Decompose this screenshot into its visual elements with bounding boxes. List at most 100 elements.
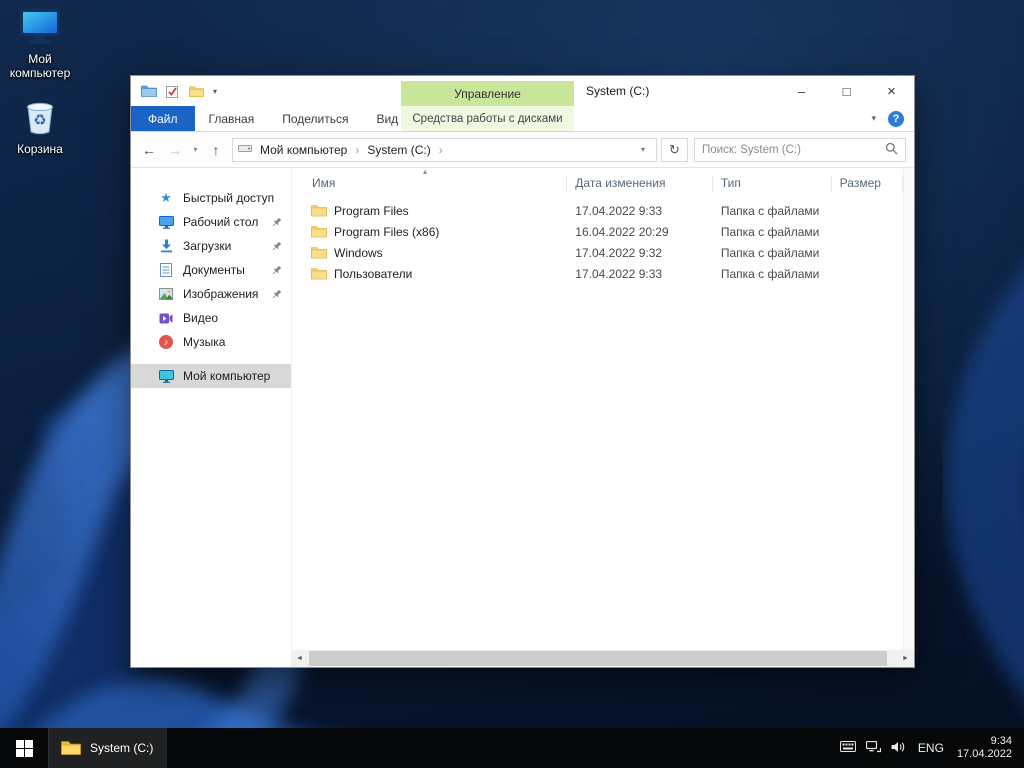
column-header-name[interactable]: Имя: [292, 174, 568, 192]
file-type: Папка с файлами: [720, 266, 820, 281]
new-folder-icon[interactable]: [189, 85, 204, 98]
search-box[interactable]: [694, 137, 906, 162]
app-icon: [141, 84, 157, 98]
up-button[interactable]: ↑: [204, 138, 228, 162]
computer-icon: [157, 369, 175, 383]
scroll-left-icon[interactable]: ◄: [291, 655, 308, 662]
sidebar-item-videos[interactable]: Видео: [131, 306, 291, 330]
horizontal-scrollbar[interactable]: ◄ ►: [291, 650, 914, 667]
navigation-bar: ← → ▾ ↑ Мой компьютер › System (C:) › ▾ …: [131, 132, 914, 168]
pin-icon: [271, 265, 282, 279]
file-row[interactable]: Пользователи 17.04.2022 9:33 Папка с фай…: [292, 263, 903, 284]
column-header-type[interactable]: Тип: [713, 174, 832, 192]
picture-icon: [157, 288, 175, 300]
file-list: ▴ Имя Дата изменения Тип Размер Program …: [291, 167, 903, 650]
file-name: Windows: [334, 245, 383, 260]
refresh-button[interactable]: ↻: [661, 137, 688, 162]
file-type: Папка с файлами: [720, 245, 820, 260]
contextual-tab-group: Управление: [401, 81, 574, 106]
address-dropdown-icon[interactable]: ▾: [635, 145, 651, 154]
taskbar: System (C:) ENG 9:34 17.04.2022: [0, 728, 1024, 768]
folder-icon: [311, 268, 327, 280]
location-icon: [238, 142, 252, 157]
expand-ribbon-icon[interactable]: ▾: [871, 113, 876, 124]
folder-icon: [311, 226, 327, 238]
tab-share[interactable]: Поделиться: [268, 106, 362, 131]
properties-icon[interactable]: [166, 85, 180, 98]
folder-icon: [311, 205, 327, 217]
tray-icons: [839, 740, 905, 756]
download-icon: [157, 239, 175, 253]
svg-text:♻: ♻: [33, 111, 46, 129]
recycle-bin-icon: ♻: [27, 102, 53, 135]
file-row[interactable]: Program Files (x86) 16.04.2022 20:29 Пап…: [292, 221, 903, 242]
column-header-size[interactable]: Размер: [832, 174, 903, 192]
desktop-icon-recycle-bin[interactable]: ♻ Корзина: [2, 94, 78, 156]
ribbon-tabs: Файл Главная Поделиться Вид Средства раб…: [131, 106, 914, 132]
desktop-icon-label: Мой компьютер: [9, 52, 71, 80]
tab-home[interactable]: Главная: [195, 106, 269, 131]
chevron-right-icon[interactable]: ›: [355, 143, 359, 157]
file-row[interactable]: Program Files 17.04.2022 9:33 Папка с фа…: [292, 200, 903, 221]
star-icon: ★: [160, 190, 172, 205]
sidebar-item-music[interactable]: ♪ Музыка: [131, 330, 291, 354]
file-type: Папка с файлами: [720, 224, 820, 239]
pin-icon: [271, 289, 282, 303]
help-icon[interactable]: ?: [888, 110, 904, 127]
ribbon-right-controls: ▾ ?: [871, 106, 914, 131]
sidebar-item-quick-access[interactable]: ★ Быстрый доступ: [131, 186, 291, 210]
window-controls: – □ ×: [779, 76, 914, 106]
file-date: 16.04.2022 20:29: [575, 224, 669, 239]
chevron-right-icon[interactable]: ›: [439, 143, 443, 157]
customize-toolbar-icon[interactable]: ▾: [213, 87, 217, 96]
file-name: Пользователи: [334, 266, 413, 281]
search-input[interactable]: [702, 143, 881, 156]
desktop-icon-area: Мой компьютер ♻ Корзина: [2, 8, 78, 170]
window-main: ★ Быстрый доступ Рабочий стол Загрузки Д…: [131, 167, 914, 650]
window-title: System (C:): [586, 84, 650, 98]
sidebar-item-desktop[interactable]: Рабочий стол: [131, 210, 291, 234]
sidebar-item-label: Быстрый доступ: [183, 191, 275, 205]
explorer-icon: [61, 741, 81, 755]
sidebar-item-downloads[interactable]: Загрузки: [131, 234, 291, 258]
tab-drive-tools[interactable]: Средства работы с дисками: [401, 106, 574, 131]
start-button[interactable]: [0, 728, 48, 768]
sidebar-item-label: Рабочий стол: [183, 215, 259, 229]
document-icon: [157, 263, 175, 277]
vertical-scrollbar[interactable]: [903, 168, 914, 650]
forward-button[interactable]: →: [163, 138, 187, 162]
breadcrumb-item[interactable]: Мой компьютер: [255, 143, 352, 157]
column-header-date[interactable]: Дата изменения: [567, 174, 713, 192]
desktop-icon: [157, 215, 175, 229]
language-indicator[interactable]: ENG: [918, 741, 944, 755]
back-button[interactable]: ←: [137, 138, 161, 162]
system-tray: ENG 9:34 17.04.2022: [839, 728, 1024, 768]
file-date: 17.04.2022 9:32: [575, 245, 663, 260]
address-bar[interactable]: Мой компьютер › System (C:) › ▾: [232, 137, 657, 162]
music-icon: ♪: [157, 335, 175, 349]
scrollbar-thumb[interactable]: [309, 651, 887, 666]
tab-file[interactable]: Файл: [131, 106, 195, 131]
sidebar-item-this-pc[interactable]: Мой компьютер: [131, 364, 291, 388]
taskbar-app-label: System (C:): [90, 741, 154, 755]
quick-access-toolbar: ▾: [131, 84, 217, 98]
taskbar-app-explorer[interactable]: System (C:): [48, 728, 168, 768]
recent-locations-icon[interactable]: ▾: [189, 145, 202, 154]
sidebar-item-label: Видео: [183, 311, 219, 325]
network-icon[interactable]: [865, 740, 882, 756]
title-bar[interactable]: ▾ Управление System (C:) – □ ×: [131, 76, 914, 106]
breadcrumb-item[interactable]: System (C:): [362, 143, 435, 157]
desktop-icon-my-computer[interactable]: Мой компьютер: [2, 8, 78, 80]
clock[interactable]: 9:34 17.04.2022: [957, 735, 1012, 761]
file-row[interactable]: Windows 17.04.2022 9:32 Папка с файлами: [292, 242, 903, 263]
minimize-button[interactable]: –: [779, 76, 824, 106]
sidebar-item-documents[interactable]: Документы: [131, 258, 291, 282]
touch-keyboard-icon[interactable]: [839, 741, 856, 755]
scroll-right-icon[interactable]: ►: [897, 655, 914, 662]
clock-time: 9:34: [990, 735, 1012, 747]
volume-icon[interactable]: [891, 741, 905, 756]
search-icon[interactable]: [885, 142, 898, 158]
close-button[interactable]: ×: [869, 76, 914, 106]
maximize-button[interactable]: □: [824, 76, 869, 106]
sidebar-item-pictures[interactable]: Изображения: [131, 282, 291, 306]
